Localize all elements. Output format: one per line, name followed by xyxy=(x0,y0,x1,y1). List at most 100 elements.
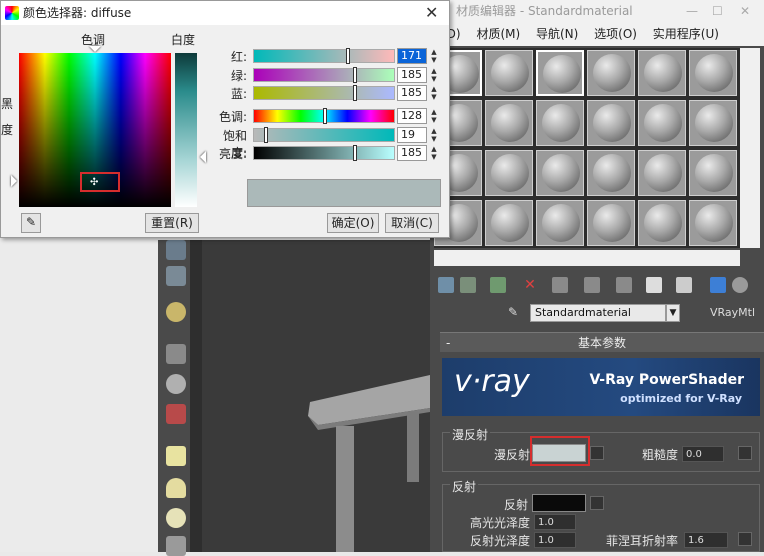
material-slot[interactable] xyxy=(536,100,584,146)
refl-gloss-input[interactable]: 1.0 xyxy=(534,532,576,548)
whiteness-strip[interactable] xyxy=(175,53,197,207)
get-material-icon[interactable] xyxy=(438,277,454,293)
slider-thumb[interactable] xyxy=(353,85,357,101)
grid-icon[interactable] xyxy=(166,240,186,260)
spinner-arrows-icon[interactable]: ▲ ▼ xyxy=(429,145,439,161)
light-icon[interactable] xyxy=(166,302,186,322)
go-to-parent-icon[interactable] xyxy=(710,277,726,293)
ok-button[interactable]: 确定(O) xyxy=(327,213,379,233)
reflection-map-button[interactable] xyxy=(590,496,604,510)
maximize-icon[interactable]: ☐ xyxy=(712,0,723,22)
camera-icon[interactable] xyxy=(166,344,186,364)
slider-track[interactable] xyxy=(253,108,395,124)
slider-thumb[interactable] xyxy=(264,127,268,143)
menu-utilities[interactable]: 实用程序(U) xyxy=(653,27,719,41)
diffuse-map-button[interactable] xyxy=(590,446,604,460)
material-sphere xyxy=(542,204,580,242)
spinner-arrows-icon[interactable]: ▲ ▼ xyxy=(429,48,439,64)
slider-value[interactable]: 185 xyxy=(397,67,427,83)
material-slot[interactable] xyxy=(638,100,686,146)
menu-options[interactable]: 选项(O) xyxy=(594,27,637,41)
hue-marker[interactable] xyxy=(89,46,101,52)
material-slot[interactable] xyxy=(689,200,737,246)
material-slot[interactable] xyxy=(689,50,737,96)
go-forward-icon[interactable] xyxy=(732,277,748,293)
dome-icon[interactable] xyxy=(166,478,186,498)
minimize-icon[interactable]: — xyxy=(686,0,698,22)
material-slot[interactable] xyxy=(587,200,635,246)
eyedropper-icon[interactable]: ✎ xyxy=(508,305,524,321)
spinner-arrows-icon[interactable]: ▲ ▼ xyxy=(429,67,439,83)
spinner-arrows-icon[interactable]: ▲ ▼ xyxy=(429,85,439,101)
slider-value[interactable]: 171 xyxy=(397,48,427,64)
slider-thumb[interactable] xyxy=(353,67,357,83)
whiteness-marker[interactable] xyxy=(200,151,206,163)
slider-value[interactable]: 19 xyxy=(397,127,427,143)
3d-viewport[interactable] xyxy=(190,240,430,552)
layout-icon[interactable] xyxy=(166,266,186,286)
assign-material-icon[interactable] xyxy=(490,277,506,293)
material-slot[interactable] xyxy=(536,50,584,96)
material-slot[interactable] xyxy=(689,150,737,196)
close-icon[interactable]: ✕ xyxy=(740,0,750,22)
blackness-marker[interactable] xyxy=(11,175,17,187)
slots-vertical-scrollbar[interactable] xyxy=(740,48,760,248)
reset-button[interactable]: 重置(R) xyxy=(145,213,199,233)
hilight-gloss-input[interactable]: 1.0 xyxy=(534,514,576,530)
rollout-header[interactable]: - 基本参数 xyxy=(440,332,764,352)
material-slot[interactable] xyxy=(638,150,686,196)
material-name-field[interactable]: Standardmaterial xyxy=(530,304,666,322)
delete-icon[interactable]: ✕ xyxy=(522,277,538,293)
spinner-arrows-icon[interactable]: ▲ ▼ xyxy=(429,108,439,124)
material-slot[interactable] xyxy=(689,100,737,146)
render-icon[interactable] xyxy=(166,404,186,424)
close-icon[interactable]: ✕ xyxy=(425,3,438,22)
roughness-input[interactable]: 0.0 xyxy=(682,446,724,462)
show-map-icon[interactable] xyxy=(646,277,662,293)
material-slot[interactable] xyxy=(638,50,686,96)
disc-icon[interactable] xyxy=(166,508,186,528)
material-slot[interactable] xyxy=(536,150,584,196)
misc-icon[interactable] xyxy=(166,536,186,556)
material-slot[interactable] xyxy=(536,200,584,246)
slider-thumb[interactable] xyxy=(346,48,350,64)
material-slot[interactable] xyxy=(638,200,686,246)
slider-thumb[interactable] xyxy=(323,108,327,124)
rectangle-icon[interactable] xyxy=(166,446,186,466)
slots-horizontal-scrollbar[interactable] xyxy=(434,250,740,266)
eyedropper-button[interactable]: ✎ xyxy=(21,213,41,233)
slider-value[interactable]: 185 xyxy=(397,85,427,101)
material-slot[interactable] xyxy=(485,50,533,96)
fresnel-input[interactable]: 1.6 xyxy=(684,532,728,548)
cancel-button[interactable]: 取消(C) xyxy=(385,213,439,233)
slider-value[interactable]: 128 xyxy=(397,108,427,124)
material-slot[interactable] xyxy=(587,50,635,96)
slider-value[interactable]: 185 xyxy=(397,145,427,161)
reflection-color-swatch[interactable] xyxy=(532,494,586,512)
slider-track[interactable] xyxy=(253,145,395,161)
spinner-arrows-icon[interactable]: ▲ ▼ xyxy=(429,127,439,143)
roughness-map-button[interactable] xyxy=(738,446,752,460)
menu-material[interactable]: 材质(M) xyxy=(476,27,520,41)
slider-track[interactable] xyxy=(253,48,395,64)
menu-navigation[interactable]: 导航(N) xyxy=(536,27,578,41)
unique-icon[interactable] xyxy=(584,277,600,293)
slider-track[interactable] xyxy=(253,85,395,101)
material-id-icon[interactable] xyxy=(616,277,632,293)
checker-icon[interactable] xyxy=(676,277,692,293)
material-slot[interactable] xyxy=(485,200,533,246)
collapse-icon[interactable]: - xyxy=(446,333,450,353)
material-slot[interactable] xyxy=(587,150,635,196)
material-slot[interactable] xyxy=(587,100,635,146)
slider-track[interactable] xyxy=(253,127,395,143)
fresnel-map-button[interactable] xyxy=(738,532,752,546)
material-type-button[interactable]: VRayMtl xyxy=(710,304,755,322)
slider-track[interactable] xyxy=(253,67,395,83)
material-slot[interactable] xyxy=(485,150,533,196)
chevron-down-icon[interactable]: ▼ xyxy=(666,304,680,322)
slider-thumb[interactable] xyxy=(353,145,357,161)
copy-material-icon[interactable] xyxy=(552,277,568,293)
sphere-icon[interactable] xyxy=(166,374,186,394)
put-to-scene-icon[interactable] xyxy=(460,277,476,293)
material-slot[interactable] xyxy=(485,100,533,146)
